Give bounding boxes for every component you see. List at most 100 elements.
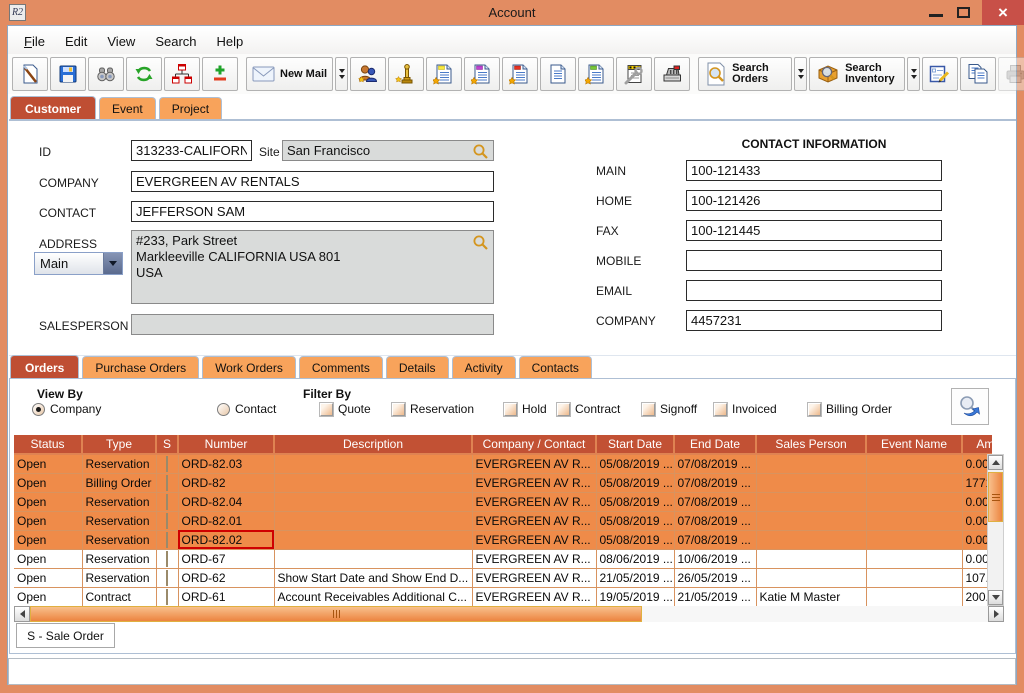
work-order-button[interactable] xyxy=(616,57,652,91)
filter-billing-order-checkbox[interactable]: Billing Order xyxy=(808,402,892,416)
id-field[interactable] xyxy=(131,140,252,161)
horizontal-scrollbar[interactable] xyxy=(14,606,1004,622)
column-header-event-name[interactable]: Event Name xyxy=(866,435,962,454)
tab-orders[interactable]: Orders xyxy=(10,355,79,378)
minimize-icon[interactable] xyxy=(929,14,943,17)
tab-event[interactable]: Event xyxy=(99,97,156,119)
menu-view[interactable]: View xyxy=(97,30,145,53)
sale-checkbox-icon[interactable] xyxy=(166,589,168,605)
checkbox-icon[interactable] xyxy=(714,403,727,416)
sale-checkbox-icon[interactable] xyxy=(166,513,168,529)
sale-checkbox-icon[interactable] xyxy=(166,551,168,567)
sale-checkbox-icon[interactable] xyxy=(166,456,168,472)
table-row[interactable]: Open Reservation ORD-82.03 EVERGREEN AV … xyxy=(14,454,992,473)
main-phone-field[interactable] xyxy=(686,160,942,181)
new-quote-button[interactable] xyxy=(426,57,462,91)
add-remove-button[interactable] xyxy=(202,57,238,91)
save-button[interactable] xyxy=(50,57,86,91)
refresh-button[interactable] xyxy=(126,57,162,91)
column-header-company-contact[interactable]: Company / Contact xyxy=(472,435,596,454)
company-phone-field[interactable] xyxy=(686,310,942,331)
fax-field[interactable] xyxy=(686,220,942,241)
checkbox-icon[interactable] xyxy=(392,403,405,416)
column-header-end-date[interactable]: End Date xyxy=(674,435,756,454)
tab-details[interactable]: Details xyxy=(386,356,449,378)
contact-field[interactable] xyxy=(131,201,494,222)
table-row[interactable]: Open Contract ORD-61 Account Receivables… xyxy=(14,587,992,606)
view-by-company-radio[interactable]: Company xyxy=(32,402,101,416)
scroll-track[interactable] xyxy=(642,606,988,622)
column-header-description[interactable]: Description xyxy=(274,435,472,454)
edit-form-button[interactable] xyxy=(922,57,958,91)
filter-quote-checkbox[interactable]: Quote xyxy=(320,402,371,416)
tab-project[interactable]: Project xyxy=(159,97,222,119)
filter-signoff-checkbox[interactable]: Signoff xyxy=(642,402,697,416)
find-button[interactable] xyxy=(88,57,124,91)
vertical-scrollbar[interactable] xyxy=(987,454,1004,606)
column-header-amount[interactable]: Amount xyxy=(962,435,992,454)
filter-reservation-checkbox[interactable]: Reservation xyxy=(392,402,474,416)
chevron-down-icon[interactable] xyxy=(103,253,122,274)
filter-hold-checkbox[interactable]: Hold xyxy=(504,402,547,416)
sale-checkbox-icon[interactable] xyxy=(166,475,168,491)
scroll-left-icon[interactable] xyxy=(14,606,30,622)
search-orders-button[interactable]: Search Orders xyxy=(698,57,792,91)
table-row[interactable]: Open Billing Order ORD-82 EVERGREEN AV R… xyxy=(14,473,992,492)
tab-activity[interactable]: Activity xyxy=(452,356,516,378)
new-mail-dropdown[interactable] xyxy=(335,57,348,91)
radio-icon[interactable] xyxy=(32,403,45,416)
checkbox-icon[interactable] xyxy=(557,403,570,416)
new-mail-button[interactable]: New Mail xyxy=(246,57,333,91)
award-button[interactable] xyxy=(388,57,424,91)
search-inventory-dropdown[interactable] xyxy=(907,57,920,91)
sale-checkbox-icon[interactable] xyxy=(166,570,168,586)
email-field[interactable] xyxy=(686,280,942,301)
checkbox-icon[interactable] xyxy=(320,403,333,416)
search-icon[interactable] xyxy=(472,234,489,251)
search-icon[interactable] xyxy=(472,143,489,160)
table-row[interactable]: Open Reservation ORD-82.01 EVERGREEN AV … xyxy=(14,511,992,530)
new-contract-button[interactable] xyxy=(502,57,538,91)
scroll-right-icon[interactable] xyxy=(988,606,1004,622)
horizontal-scroll-thumb[interactable] xyxy=(30,606,642,622)
tab-customer[interactable]: Customer xyxy=(10,96,96,119)
sale-checkbox-icon[interactable] xyxy=(166,532,168,548)
maximize-icon[interactable] xyxy=(957,7,970,18)
company-field[interactable] xyxy=(131,171,494,192)
sale-checkbox-icon[interactable] xyxy=(166,494,168,510)
menu-help[interactable]: Help xyxy=(207,30,254,53)
contacts-button[interactable] xyxy=(350,57,386,91)
tab-contacts[interactable]: Contacts xyxy=(519,356,592,378)
copy-button[interactable] xyxy=(960,57,996,91)
filter-invoiced-checkbox[interactable]: Invoiced xyxy=(714,402,777,416)
table-row[interactable]: Open Reservation ORD-82.04 EVERGREEN AV … xyxy=(14,492,992,511)
new-document-button[interactable] xyxy=(540,57,576,91)
filter-contract-checkbox[interactable]: Contract xyxy=(557,402,620,416)
column-header-s[interactable]: S xyxy=(156,435,178,454)
home-phone-field[interactable] xyxy=(686,190,942,211)
scroll-up-icon[interactable] xyxy=(988,455,1003,470)
checkbox-icon[interactable] xyxy=(504,403,517,416)
menu-search[interactable]: Search xyxy=(145,30,206,53)
tab-purchase-orders[interactable]: Purchase Orders xyxy=(82,356,199,378)
site-field[interactable]: San Francisco xyxy=(282,140,494,161)
vertical-scroll-thumb[interactable] xyxy=(988,472,1003,522)
cash-register-button[interactable] xyxy=(654,57,690,91)
new-invoice-button[interactable] xyxy=(578,57,614,91)
table-row[interactable]: Open Reservation ORD-62 Show Start Date … xyxy=(14,568,992,587)
tab-comments[interactable]: Comments xyxy=(299,356,383,378)
hierarchy-button[interactable] xyxy=(164,57,200,91)
close-icon[interactable] xyxy=(982,0,1024,25)
search-inventory-button[interactable]: Search Inventory xyxy=(809,57,905,91)
cell-number-focused[interactable]: ORD-82.02 xyxy=(178,530,274,549)
column-header-start-date[interactable]: Start Date xyxy=(596,435,674,454)
new-record-button[interactable] xyxy=(12,57,48,91)
scroll-down-icon[interactable] xyxy=(988,590,1003,605)
radio-icon[interactable] xyxy=(217,403,230,416)
checkbox-icon[interactable] xyxy=(808,403,821,416)
checkbox-icon[interactable] xyxy=(642,403,655,416)
apply-filter-button[interactable] xyxy=(951,388,989,425)
column-header-type[interactable]: Type xyxy=(82,435,156,454)
column-header-sales-person[interactable]: Sales Person xyxy=(756,435,866,454)
table-row-selected[interactable]: Open Reservation ORD-82.02 EVERGREEN AV … xyxy=(14,530,992,549)
